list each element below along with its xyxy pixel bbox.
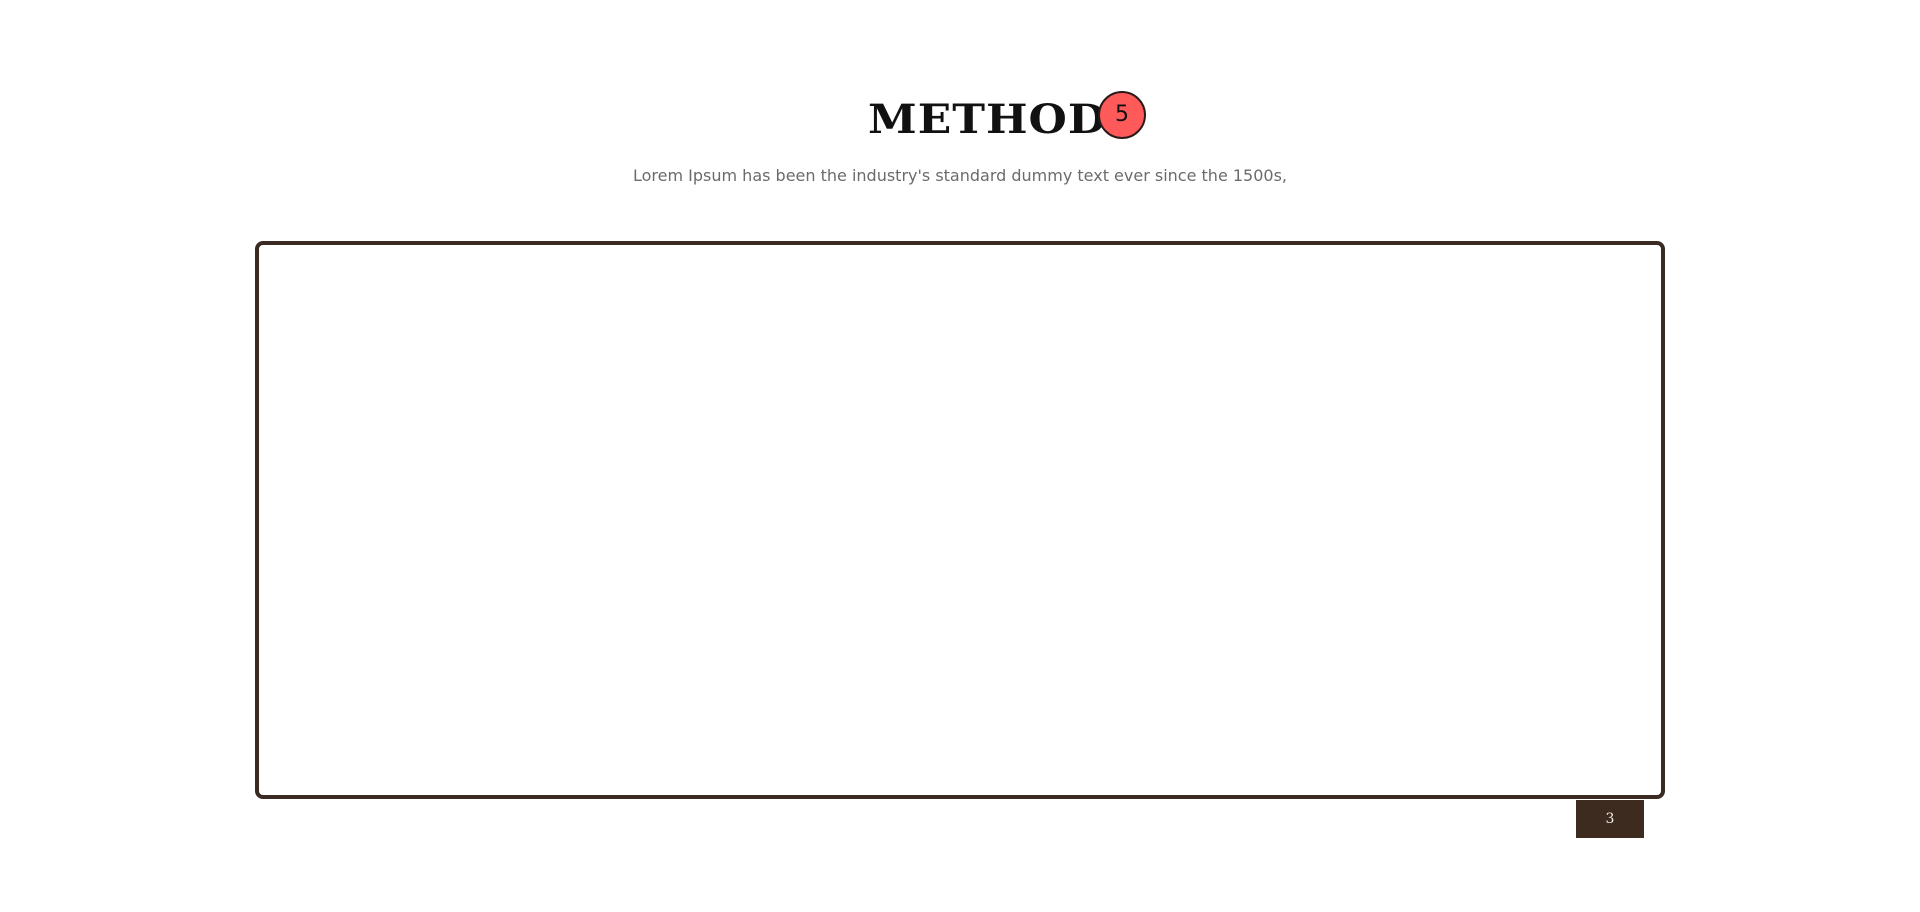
page-number-tag: 3 — [1576, 800, 1644, 838]
page-subtitle: Lorem Ipsum has been the industry's stan… — [632, 166, 1288, 185]
page: METHOD 5 Lorem Ipsum has been the indust… — [0, 0, 1920, 912]
page-title: METHOD — [868, 96, 1108, 143]
heading-row: METHOD 5 — [0, 90, 1920, 150]
step-badge: 5 — [1098, 91, 1146, 139]
content-panel — [255, 241, 1665, 799]
